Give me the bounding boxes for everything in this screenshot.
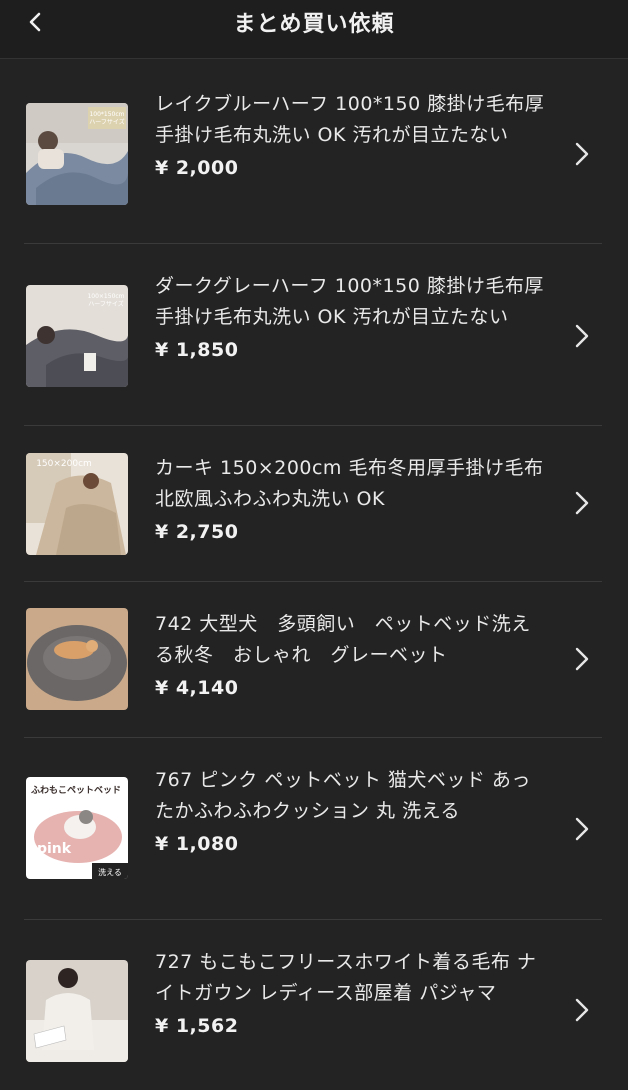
product-thumbnail: ふわもこペットベッド pink 洗える: [26, 777, 128, 879]
list-item[interactable]: ふわもこペットベッド pink 洗える 767 ピンク ペットベット 猫犬ベッド…: [24, 738, 602, 920]
chevron-right-icon: [574, 997, 594, 1025]
svg-text:150×200cm: 150×200cm: [36, 459, 92, 469]
product-price: ¥ 2,000: [155, 157, 239, 179]
product-thumbnail: 100×150cm ハーフサイズ: [26, 285, 128, 387]
product-thumbnail: 100*150cm ハーフサイズ: [26, 103, 128, 205]
page-title: まとめ買い依頼: [233, 12, 395, 37]
product-thumbnail: [26, 960, 128, 1062]
product-name: レイクブルーハーフ 100*150 膝掛け毛布厚手掛け毛布丸洗い OK 汚れが目…: [155, 93, 545, 146]
svg-text:100*150cm: 100*150cm: [89, 111, 124, 118]
product-name: カーキ 150×200cm 毛布冬用厚手掛け毛布北欧風ふわふわ丸洗い OK: [155, 457, 544, 510]
product-price: ¥ 1,850: [155, 339, 239, 361]
product-thumbnail: [26, 608, 128, 710]
list-item[interactable]: 727 もこもこフリースホワイト着る毛布 ナイトガウン レディース部屋着 パジャ…: [24, 920, 602, 1090]
list-item[interactable]: 742 大型犬 多頭飼い ペットベッド洗える秋冬 おしゃれ グレーベット ¥ 4…: [24, 582, 602, 738]
svg-text:ふわもこペットベッド: ふわもこペットベッド: [31, 785, 121, 796]
chevron-right-icon: [574, 490, 594, 518]
product-thumbnail: 150×200cm: [26, 453, 128, 555]
product-name: ダークグレーハーフ 100*150 膝掛け毛布厚手掛け毛布丸洗い OK 汚れが目…: [155, 275, 544, 328]
product-price: ¥ 1,562: [155, 1015, 239, 1037]
chevron-right-icon: [574, 646, 594, 674]
chevron-right-icon: [574, 323, 594, 351]
product-price: ¥ 4,140: [155, 677, 239, 699]
product-name: 742 大型犬 多頭飼い ペットベッド洗える秋冬 おしゃれ グレーベット: [155, 613, 531, 666]
chevron-right-icon: [574, 816, 594, 844]
svg-text:ハーフサイズ: ハーフサイズ: [88, 300, 123, 308]
product-name: 767 ピンク ペットベット 猫犬ベッド あったかふわふわクッション 丸 洗える: [155, 769, 531, 822]
svg-text:pink: pink: [37, 841, 72, 857]
list-item[interactable]: 100×150cm ハーフサイズ ダークグレーハーフ 100*150 膝掛け毛布…: [24, 244, 602, 426]
svg-text:洗える: 洗える: [98, 867, 122, 877]
svg-text:ハーフサイズ: ハーフサイズ: [89, 118, 124, 126]
app-header: まとめ買い依頼: [0, 0, 628, 59]
chevron-right-icon: [574, 141, 594, 169]
product-name: 727 もこもこフリースホワイト着る毛布 ナイトガウン レディース部屋着 パジャ…: [155, 951, 537, 1004]
svg-text:100×150cm: 100×150cm: [87, 293, 124, 300]
bundle-request-list: 100*150cm ハーフサイズ レイクブルーハーフ 100*150 膝掛け毛布…: [0, 62, 628, 1090]
product-price: ¥ 2,750: [155, 521, 239, 543]
list-item[interactable]: 150×200cm カーキ 150×200cm 毛布冬用厚手掛け毛布北欧風ふわふ…: [24, 426, 602, 582]
list-item[interactable]: 100*150cm ハーフサイズ レイクブルーハーフ 100*150 膝掛け毛布…: [24, 62, 602, 244]
product-price: ¥ 1,080: [155, 833, 239, 855]
